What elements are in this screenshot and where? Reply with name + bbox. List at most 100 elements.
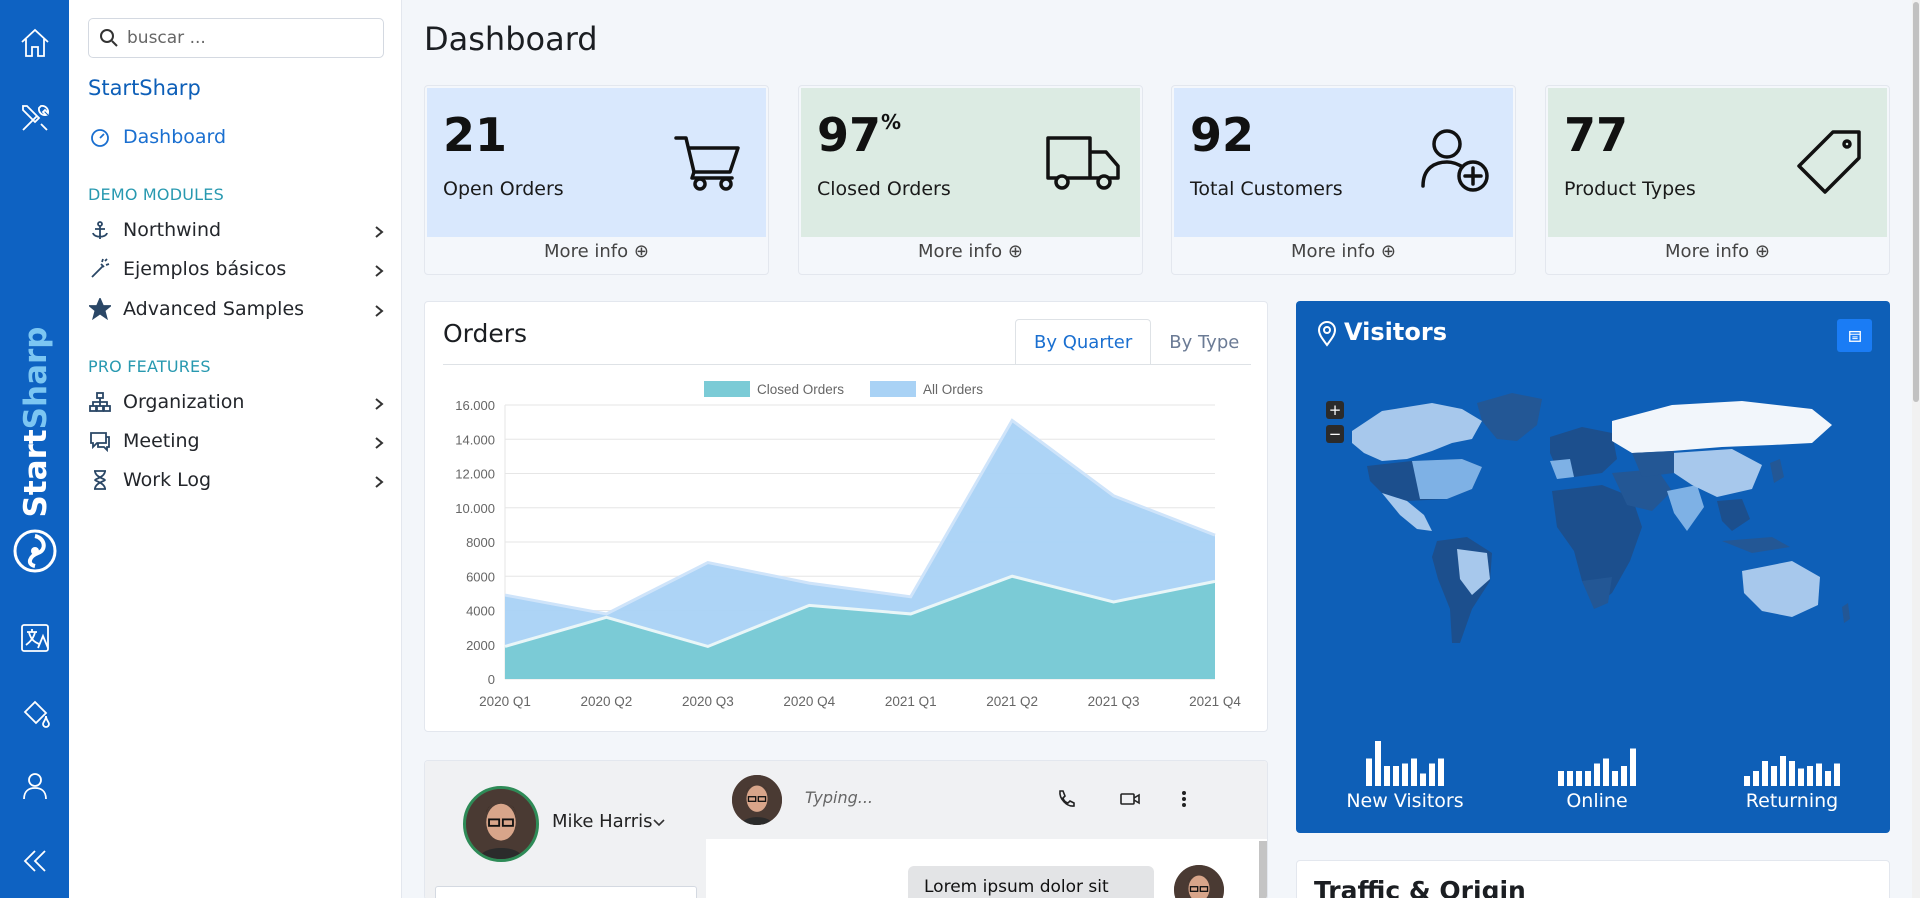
arrow-circle-right-icon: ⊕	[1754, 241, 1770, 262]
stat-value: 97%	[817, 108, 902, 162]
tag-icon	[1791, 124, 1869, 202]
brand-start-text: Start	[18, 429, 54, 518]
more-info-link[interactable]: More info ⊕	[1546, 241, 1889, 262]
y-tick-label: 0	[488, 672, 495, 687]
y-tick-label: 6000	[466, 569, 495, 584]
sidebar-item-ejemplos[interactable]: Ejemplos básicos	[88, 252, 388, 286]
stat-label: Open Orders	[443, 178, 564, 200]
sidebar-item-meeting[interactable]: Meeting	[88, 424, 388, 458]
arrow-circle-right-icon: ⊕	[1380, 241, 1396, 262]
sparkline-bar	[1585, 771, 1591, 786]
map-pin-icon	[1317, 321, 1337, 347]
tab-divider	[443, 364, 1251, 365]
map-region-southeast-asia	[1717, 499, 1750, 531]
x-tick-label: 2021 Q2	[986, 694, 1038, 709]
stat-label: Total Customers	[1190, 178, 1343, 200]
arrow-circle-right-icon: ⊕	[1007, 241, 1023, 262]
sidebar-item-label: Work Log	[123, 469, 212, 491]
hourglass-icon	[88, 468, 112, 492]
sidebar-item-dashboard[interactable]: Dashboard	[88, 120, 388, 154]
avatar[interactable]	[463, 786, 539, 862]
sidebar-item-work-log[interactable]: Work Log	[88, 463, 388, 497]
more-info-link[interactable]: More info ⊕	[425, 241, 768, 262]
legend-swatch	[704, 381, 750, 397]
sparkline-bar	[1384, 766, 1390, 786]
map-region-russia	[1612, 401, 1832, 453]
arrow-circle-right-icon: ⊕	[633, 241, 649, 262]
tab-by-type[interactable]: By Type	[1151, 319, 1257, 365]
more-info-link[interactable]: More info ⊕	[799, 241, 1142, 262]
brand-vertical: StartSharp	[14, 322, 58, 522]
search-input[interactable]	[127, 28, 367, 48]
star-icon	[88, 297, 112, 321]
sidebar-item-advanced-samples[interactable]: Advanced Samples	[88, 292, 388, 326]
translate-icon[interactable]	[0, 610, 69, 666]
sidebar-item-label: Advanced Samples	[123, 298, 305, 320]
chevron-down-icon[interactable]	[652, 816, 666, 830]
paint-bucket-icon[interactable]	[0, 684, 69, 740]
traffic-card: Traffic & Origin	[1296, 860, 1890, 898]
legend-swatch	[870, 381, 916, 397]
chat-scrollbar[interactable]	[1259, 841, 1267, 898]
more-info-link[interactable]: More info ⊕	[1172, 241, 1515, 262]
sparkline-bar	[1402, 763, 1408, 786]
y-tick-label: 10.000	[455, 501, 495, 516]
page-scrollbar-thumb[interactable]	[1913, 2, 1919, 402]
sparkline-chart	[1744, 756, 1840, 786]
avatar[interactable]	[732, 775, 782, 825]
more-vertical-icon[interactable]	[1173, 788, 1195, 810]
map-region-usa-east	[1412, 459, 1482, 499]
sparkline-chart	[1558, 748, 1636, 786]
user-icon[interactable]	[0, 758, 69, 814]
home-icon[interactable]	[0, 15, 69, 71]
icon-rail: StartSharp	[0, 0, 69, 898]
collapse-icon[interactable]	[0, 833, 69, 889]
chevron-right-icon	[372, 222, 386, 238]
sparkline-bar	[1630, 748, 1636, 786]
stat-card-product-types: 77 Product Types More info ⊕	[1545, 85, 1890, 275]
truck-icon	[1044, 124, 1122, 202]
video-icon[interactable]	[1119, 788, 1141, 810]
page-title: Dashboard	[424, 20, 598, 58]
x-tick-label: 2021 Q1	[885, 694, 937, 709]
stat-value: 77	[1564, 108, 1629, 162]
map-region-australia	[1742, 561, 1820, 617]
y-tick-label: 8000	[466, 535, 495, 550]
dashboard-gauge-icon	[88, 125, 112, 149]
visitors-title: Visitors	[1344, 318, 1447, 346]
sparkline-bar	[1753, 771, 1759, 786]
chat-sidebar: Mike Harris	[425, 761, 706, 898]
sparkline-bar	[1780, 756, 1786, 786]
page-scrollbar[interactable]	[1912, 0, 1920, 898]
stat-card-total-customers: 92 Total Customers More info ⊕	[1171, 85, 1516, 275]
typing-indicator: Typing...	[805, 788, 874, 807]
sparkline-bar	[1375, 741, 1381, 786]
brand-sharp-text: Sharp	[18, 326, 54, 430]
stat-label: Closed Orders	[817, 178, 951, 200]
x-tick-label: 2020 Q1	[479, 694, 531, 709]
calendar-button[interactable]	[1837, 319, 1872, 352]
sidebar-title[interactable]: StartSharp	[88, 76, 201, 100]
tools-icon[interactable]	[0, 90, 69, 146]
sidebar-item-northwind[interactable]: Northwind	[88, 213, 388, 247]
calendar-icon	[1848, 330, 1861, 342]
chat-message: Lorem ipsum dolor sit	[908, 866, 1154, 898]
orders-tabs: By Quarter By Type	[1015, 319, 1257, 365]
chat-search-input[interactable]	[435, 886, 697, 898]
sidebar-item-label: Northwind	[123, 219, 222, 241]
sidebar-item-organization[interactable]: Organization	[88, 385, 388, 419]
traffic-title: Traffic & Origin	[1314, 876, 1526, 898]
map-region-greenland	[1477, 393, 1542, 441]
orders-card: Orders By Quarter By Type 0 2000 4000 6000 8…	[424, 301, 1268, 732]
tab-by-quarter[interactable]: By Quarter	[1015, 319, 1152, 365]
cart-icon	[670, 124, 748, 202]
sparkline-label: Returning	[1745, 790, 1839, 812]
org-chart-icon	[88, 390, 112, 414]
chat-user-name[interactable]: Mike Harris	[552, 811, 653, 832]
orders-title: Orders	[443, 319, 528, 348]
sparkline-bar	[1393, 766, 1399, 786]
phone-icon[interactable]	[1055, 788, 1077, 810]
chevron-right-icon	[372, 472, 386, 488]
stat-label: Product Types	[1564, 178, 1696, 200]
search-box[interactable]	[88, 18, 384, 58]
